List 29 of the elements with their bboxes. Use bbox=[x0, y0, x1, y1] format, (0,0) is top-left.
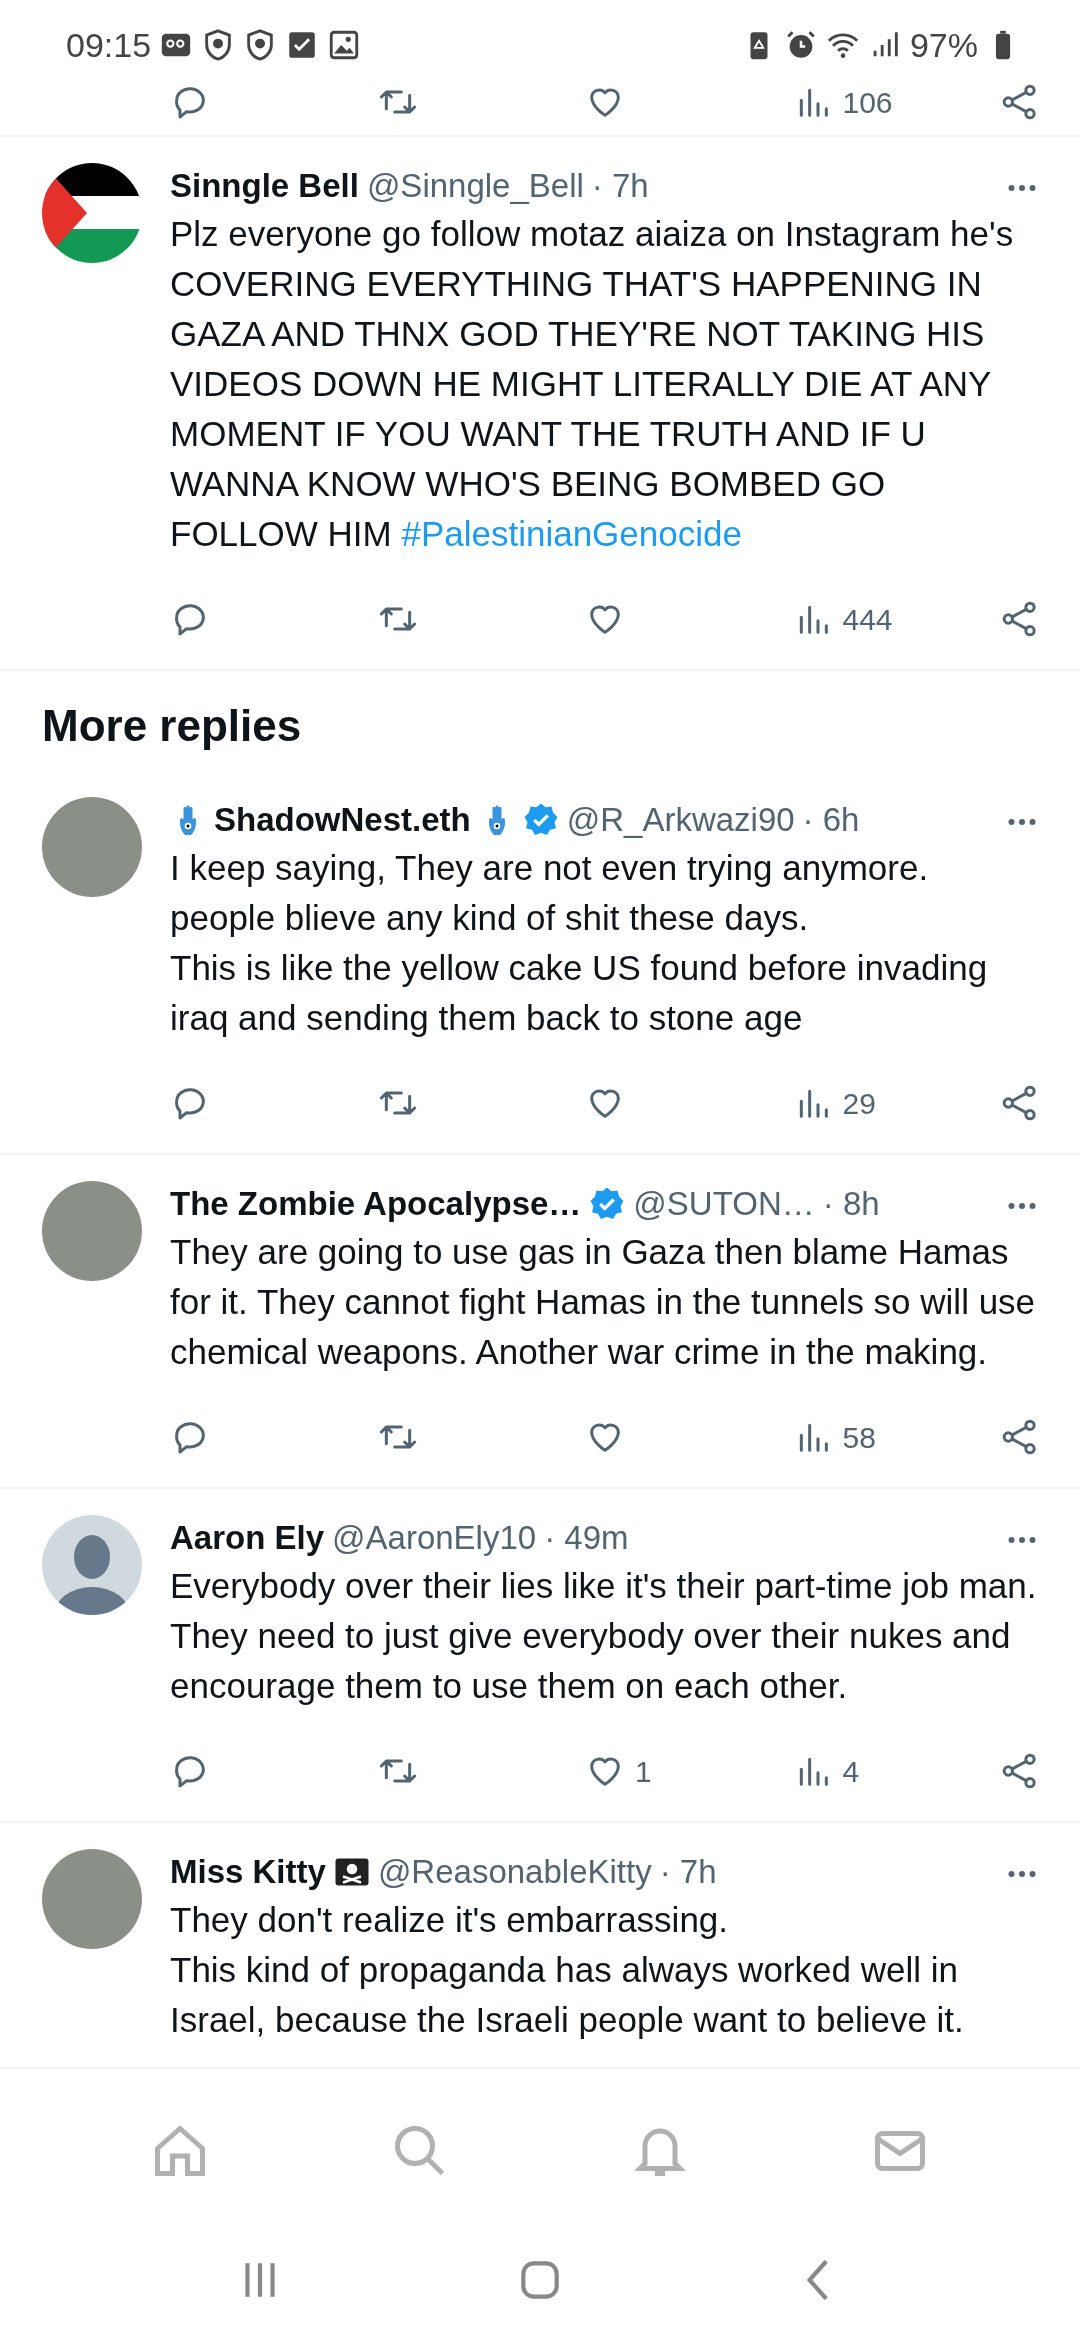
author-name: Aaron Ely bbox=[170, 1518, 325, 1558]
views-button[interactable]: 4 bbox=[792, 1748, 903, 1794]
status-time: 09:15 bbox=[66, 24, 152, 66]
post-time: · 7h bbox=[659, 1852, 717, 1892]
author-name: The Zombie Apocalypse… bbox=[170, 1184, 582, 1224]
views-button[interactable]: 29 bbox=[792, 1080, 903, 1126]
post-text: They don't realize it's embarrassing. This kind of propaganda has always worked well in Israel, because the Israeli people want to believe it. bbox=[170, 1899, 965, 2041]
battery-percent: 97% bbox=[909, 24, 978, 66]
author-name: Miss Kitty bbox=[170, 1852, 326, 1892]
post-text: They are going to use gas in Gaza then blame Hamas for it. They cannot fight Hamas in the tunnels so will use chemical weapons. Another war crime in the making. bbox=[170, 1231, 1037, 1373]
views-button[interactable]: 106 bbox=[792, 79, 903, 125]
post-text: Plz everyone go follow motaz aiaiza on Instagram he's COVERING EVERYTHING THAT'S HAPPENING IN GAZA AND THNX GOD THEY'RE NOT TAKING HIS VIDEOS DOWN HE MIGHT LITERALLY DIE AT ANY MOMENT IF YOU WANT THE TRUTH AND IF U WANNA KNOW WHO'S BEING BOMBED GO FOLLOW HIM #PalestinianGenocide bbox=[170, 213, 1015, 555]
post-time: · 8h bbox=[822, 1184, 880, 1224]
author-name: ShadowNest.eth bbox=[214, 800, 471, 840]
section-heading: More replies bbox=[41, 700, 303, 752]
views-button[interactable]: 444 bbox=[792, 596, 903, 642]
author-handle: @ReasonableKitty bbox=[377, 1852, 652, 1892]
post-time: · 6h bbox=[802, 800, 860, 840]
author-handle: @Sinngle_Bell bbox=[366, 166, 584, 206]
views-button[interactable]: 58 bbox=[792, 1414, 903, 1460]
post-text: Everybody over their lies like it's their part-time job man. They need to just give everybody over their nukes and encourage them to use them on each other. bbox=[170, 1565, 1038, 1707]
author-handle: @SUTON… bbox=[633, 1184, 815, 1224]
author-handle: @AaronEly10 bbox=[332, 1518, 537, 1558]
post-time: · 7h bbox=[591, 166, 649, 206]
post-text: I keep saying, They are not even trying anymore. people blieve any kind of shit these days. This is like the yellow cake US found before invading iraq and sending them back to stone age bbox=[170, 847, 989, 1039]
post-time: · 49m bbox=[544, 1518, 629, 1558]
like-button[interactable]: 1 bbox=[585, 1748, 695, 1794]
author-name: Sinngle Bell bbox=[170, 166, 359, 206]
author-handle: @R_Arkwazi90 bbox=[566, 800, 795, 840]
